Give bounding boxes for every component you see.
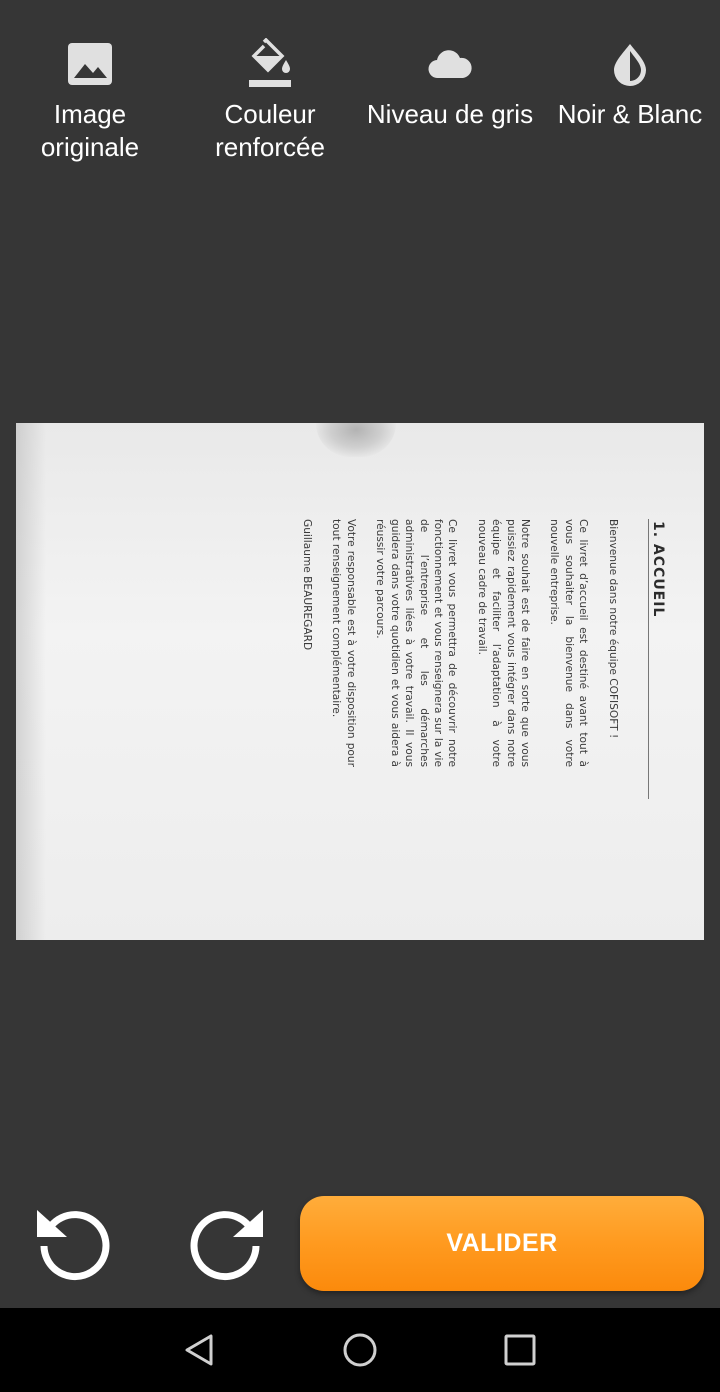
filter-label: Couleur renforcée bbox=[215, 99, 325, 162]
rotate-left-icon bbox=[37, 1210, 110, 1281]
nav-back-button[interactable] bbox=[180, 1332, 220, 1368]
title-underline bbox=[647, 519, 649, 799]
page-edge-shadow bbox=[16, 423, 46, 940]
system-navigation-bar bbox=[0, 1308, 720, 1392]
drop-icon bbox=[614, 44, 646, 86]
home-circle-icon bbox=[343, 1333, 377, 1367]
document-paragraph: Ce livret vous permettra de découvrir no… bbox=[374, 519, 459, 767]
cloud-icon bbox=[428, 50, 472, 79]
recent-square-icon bbox=[504, 1334, 536, 1366]
document-paragraph: Votre responsable est à votre dispositio… bbox=[330, 519, 357, 767]
nav-home-button[interactable] bbox=[340, 1332, 380, 1368]
filter-label: Niveau de gris bbox=[366, 99, 534, 129]
document-paragraph: Ce livret d’accueil est destiné avant to… bbox=[548, 519, 590, 767]
validate-button[interactable]: VALIDER bbox=[300, 1196, 704, 1291]
filter-enhanced-color[interactable]: Couleur renforcée bbox=[180, 38, 360, 164]
document-paragraph: Bienvenue dans notre équipe COFISOFT ! bbox=[606, 519, 619, 739]
nav-recent-apps-button[interactable] bbox=[500, 1332, 540, 1368]
document-title: 1. ACCUEIL bbox=[650, 521, 666, 618]
document-body: Bienvenue dans notre équipe COFISOFT ! C… bbox=[300, 519, 620, 767]
document-preview: 1. ACCUEIL Bienvenue dans notre équipe C… bbox=[16, 423, 704, 940]
rotate-right-button[interactable] bbox=[186, 1204, 266, 1284]
filter-grayscale[interactable]: Niveau de gris bbox=[360, 38, 540, 131]
rotate-right-icon bbox=[190, 1210, 263, 1281]
paint-bucket-icon bbox=[249, 38, 291, 87]
filter-bar: Image originale Couleur renforcée Niveau… bbox=[0, 0, 720, 200]
filter-original-image[interactable]: Image originale bbox=[0, 38, 180, 164]
document-signature: Guillaume BEAUREGARD bbox=[301, 519, 314, 651]
filter-black-white[interactable]: Noir & Blanc bbox=[540, 38, 720, 131]
document-paragraph: Notre souhait est de faire en sorte que … bbox=[475, 519, 531, 767]
finger-shadow bbox=[316, 423, 396, 457]
document-content: 1. ACCUEIL Bienvenue dans notre équipe C… bbox=[145, 519, 666, 940]
back-triangle-icon bbox=[185, 1334, 213, 1366]
filter-label: Noir & Blanc bbox=[557, 99, 703, 129]
rotate-left-button[interactable] bbox=[34, 1204, 114, 1284]
filter-label: Image originale bbox=[40, 99, 140, 162]
image-icon bbox=[68, 43, 112, 85]
